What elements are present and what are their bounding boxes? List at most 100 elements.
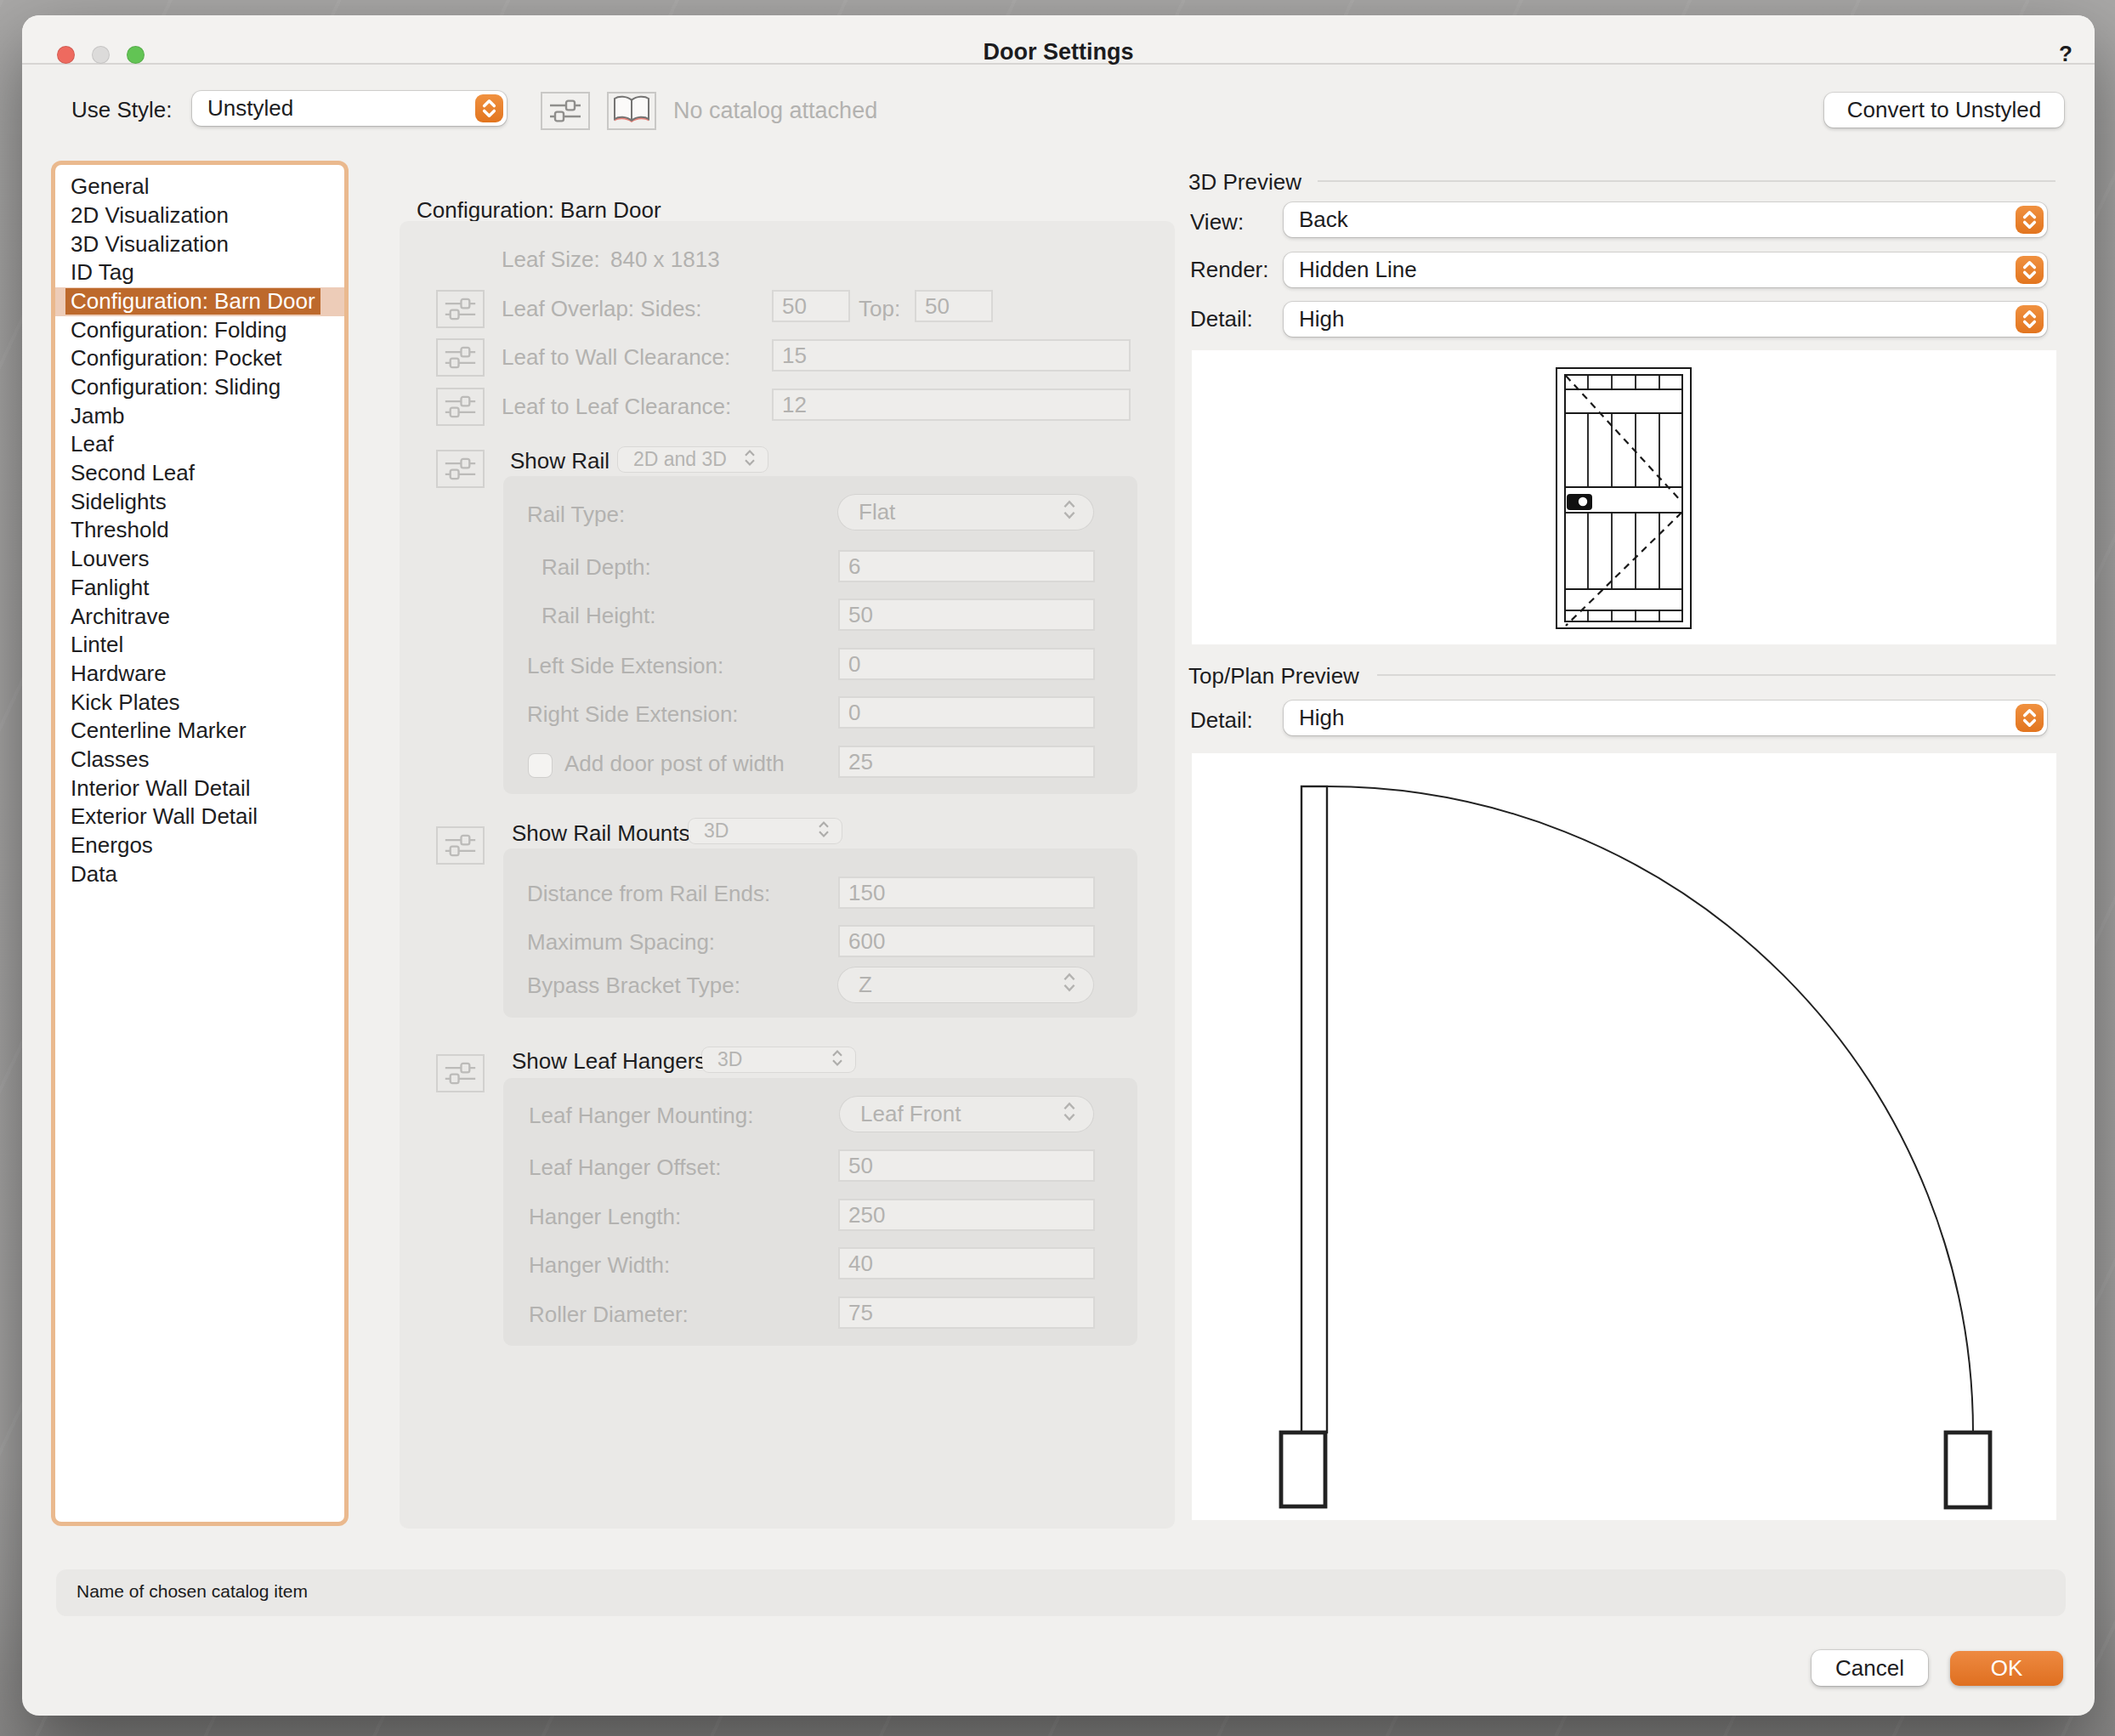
sidebar-item[interactable]: Kick Plates (55, 689, 344, 718)
leaf-size-label: Leaf Size: (502, 247, 600, 273)
render-dropdown[interactable]: Hidden Line (1284, 252, 2047, 287)
sidebar-item[interactable]: Sidelights (55, 488, 344, 517)
hanger-offset-input[interactable]: 50 (838, 1149, 1095, 1182)
hanger-length-input[interactable]: 250 (838, 1199, 1095, 1231)
plan-detail-dropdown[interactable]: High (1284, 701, 2047, 735)
sidebar-item[interactable]: Threshold (55, 516, 344, 545)
sidebar-item[interactable]: Classes (55, 746, 344, 774)
sidebar-item[interactable]: Second Leaf (55, 459, 344, 488)
detail-dropdown[interactable]: High (1284, 302, 2047, 337)
sidebar-item-label: Data (71, 861, 117, 888)
rail-depth-input[interactable]: 6 (838, 550, 1095, 582)
sidebar-item[interactable]: Configuration: Pocket (55, 344, 344, 373)
dist-input[interactable]: 150 (838, 877, 1095, 909)
rail-type-value: Flat (859, 499, 895, 525)
sidebar-item[interactable]: General (55, 173, 344, 201)
sidebar-item-label: Configuration: Pocket (71, 345, 282, 372)
roller-input[interactable]: 75 (838, 1296, 1095, 1329)
sidebar-item[interactable]: Centerline Marker (55, 717, 344, 746)
show-hangers-label: Show Leaf Hangers (512, 1048, 706, 1075)
chevron-updown-icon (1063, 1097, 1076, 1132)
hanger-mount-value: Leaf Front (860, 1101, 961, 1126)
hanger-width-input[interactable]: 40 (838, 1247, 1095, 1279)
sliders-icon (542, 94, 588, 128)
sidebar-item[interactable]: Jamb (55, 402, 344, 431)
sidebar-item[interactable]: Configuration: Sliding (55, 373, 344, 402)
sidebar-item-label: General (71, 173, 150, 200)
sidebar-item-label: Sidelights (71, 489, 167, 515)
leaf-leaf-settings-icon[interactable] (436, 388, 485, 426)
sidebar-item[interactable]: ID Tag (55, 258, 344, 287)
rail-type-dropdown[interactable]: Flat (838, 495, 1093, 530)
leaf-overlap-label: Leaf Overlap: Sides: (502, 296, 702, 322)
catalog-button[interactable] (607, 92, 656, 130)
max-spacing-input[interactable]: 600 (838, 925, 1095, 957)
sidebar-item-label: Lintel (71, 632, 123, 658)
style-options-button[interactable] (541, 92, 590, 130)
convert-to-unstyled-button[interactable]: Convert to Unstyled (1824, 93, 2064, 128)
sidebar-item-label: 3D Visualization (71, 231, 229, 258)
config-panel-title: Configuration: Barn Door (417, 197, 661, 224)
sidebar-item[interactable]: Configuration: Folding (55, 316, 344, 345)
show-hangers-dropdown[interactable]: 3D (702, 1047, 855, 1072)
left-ext-input[interactable]: 0 (838, 648, 1095, 680)
sidebar-item[interactable]: Lintel (55, 631, 344, 660)
leaf-overlap-top-input[interactable]: 50 (915, 290, 993, 322)
show-hangers-settings-icon[interactable] (436, 1054, 485, 1092)
chevron-updown-icon (744, 447, 756, 472)
view-label: View: (1190, 209, 1244, 235)
chevron-updown-icon (818, 819, 830, 843)
use-style-dropdown[interactable]: Unstyled (192, 91, 507, 126)
cancel-button[interactable]: Cancel (1812, 1650, 1928, 1686)
sidebar-item[interactable]: Configuration: Barn Door (55, 287, 344, 316)
sidebar-item[interactable]: Data (55, 860, 344, 889)
desktop-background: Door Settings ? Use Style: Unstyled (0, 0, 2115, 1736)
rail-depth-label: Rail Depth: (542, 554, 651, 581)
door-post-checkbox[interactable] (529, 754, 552, 777)
catalog-item-name-label: Name of chosen catalog item (77, 1581, 308, 1602)
chevron-updown-icon (831, 1047, 843, 1072)
window-title: Door Settings (22, 39, 2095, 65)
ok-button[interactable]: OK (1950, 1651, 2063, 1686)
hanger-mount-dropdown[interactable]: Leaf Front (840, 1097, 1093, 1132)
sidebar-item[interactable]: Exterior Wall Detail (55, 803, 344, 831)
show-rail-dropdown[interactable]: 2D and 3D (618, 447, 768, 472)
leaf-wall-settings-icon[interactable] (436, 338, 485, 377)
leaf-leaf-input[interactable]: 12 (772, 389, 1131, 421)
sidebar-item[interactable]: Energos (55, 831, 344, 860)
sidebar-item[interactable]: Louvers (55, 545, 344, 574)
sidebar-item[interactable]: Leaf (55, 430, 344, 459)
leaf-wall-input[interactable]: 15 (772, 339, 1131, 372)
catalog-item-name-box: Name of chosen catalog item (56, 1569, 2066, 1616)
sidebar-item-label: Fanlight (71, 575, 150, 601)
sidebar-item[interactable]: 3D Visualization (55, 230, 344, 259)
sidebar-item[interactable]: Interior Wall Detail (55, 774, 344, 803)
leaf-overlap-sides-input[interactable]: 50 (772, 290, 850, 322)
roller-label: Roller Diameter: (529, 1302, 689, 1328)
show-mounts-settings-icon[interactable] (436, 826, 485, 865)
no-catalog-label: No catalog attached (673, 98, 877, 124)
show-mounts-dropdown[interactable]: 3D (689, 819, 842, 843)
show-mounts-label: Show Rail Mounts (512, 820, 690, 847)
show-rail-settings-icon[interactable] (436, 450, 485, 488)
right-ext-input[interactable]: 0 (838, 696, 1095, 729)
sidebar-item[interactable]: Hardware (55, 660, 344, 689)
sidebar-item-label: Centerline Marker (71, 718, 247, 744)
sidebar-item[interactable]: Fanlight (55, 574, 344, 603)
sidebar-item[interactable]: Architrave (55, 603, 344, 632)
top-label: Top: (859, 296, 900, 322)
hanger-length-label: Hanger Length: (529, 1204, 681, 1230)
door-post-input[interactable]: 25 (838, 746, 1095, 778)
help-button[interactable]: ? (2059, 41, 2072, 67)
hanger-mount-label: Leaf Hanger Mounting: (529, 1103, 754, 1129)
hanger-width-label: Hanger Width: (529, 1252, 670, 1279)
leaf-leaf-label: Leaf to Leaf Clearance: (502, 394, 731, 420)
rail-height-input[interactable]: 50 (838, 599, 1095, 631)
sidebar-item-label: Second Leaf (71, 460, 195, 486)
sidebar-item[interactable]: 2D Visualization (55, 201, 344, 230)
view-dropdown[interactable]: Back (1284, 202, 2047, 237)
rail-type-label: Rail Type: (527, 502, 625, 528)
chevron-updown-icon (1063, 967, 1076, 1002)
bypass-dropdown[interactable]: Z (838, 967, 1093, 1002)
leaf-overlap-settings-icon[interactable] (436, 290, 485, 328)
